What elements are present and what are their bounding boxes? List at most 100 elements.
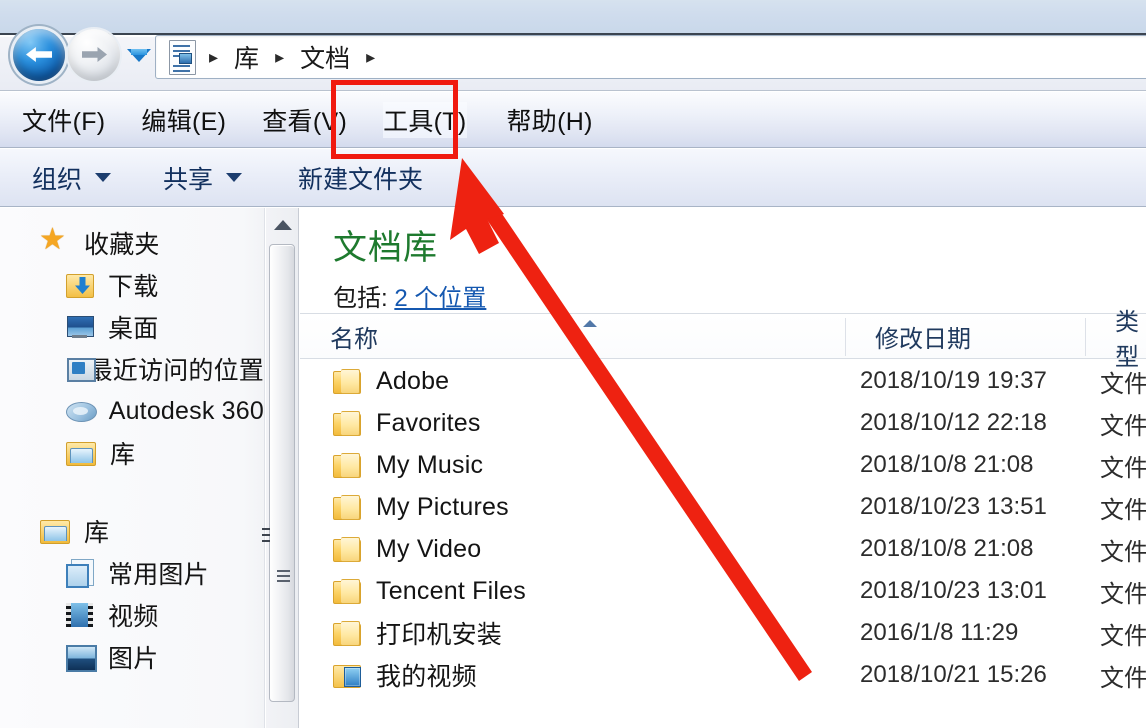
file-date-cell: 2018/10/21 15:26 — [860, 661, 1047, 688]
back-button[interactable] — [13, 29, 65, 81]
table-row[interactable]: 我的视频 2018/10/21 15:26 文件 — [300, 654, 1146, 696]
nav-item-pictures[interactable]: 图片 — [0, 636, 264, 678]
file-name-label: My Pictures — [376, 492, 509, 521]
file-name-cell[interactable]: 我的视频 — [333, 657, 477, 693]
nav-item-pictures-label: 图片 — [108, 645, 159, 673]
nav-item-recent-places-label: 最近访问的位置 — [87, 357, 264, 385]
nav-item-downloads[interactable]: 下载 — [0, 264, 264, 306]
autodesk-cloud-icon — [66, 398, 97, 424]
column-header-date-modified[interactable]: 修改日期 — [845, 314, 1085, 359]
file-type-cell: 文件 — [1100, 664, 1146, 692]
toolbar-share-button[interactable]: 共享 — [163, 160, 243, 196]
nav-item-common-pictures-label: 常用图片 — [108, 561, 209, 589]
file-type-cell: 文件 — [1100, 370, 1146, 398]
nav-item-videos-label: 视频 — [108, 603, 159, 631]
file-date-cell: 2018/10/19 19:37 — [860, 367, 1047, 394]
menu-item-tools[interactable]: 工具(T) — [383, 101, 467, 138]
file-name-cell[interactable]: Adobe — [333, 367, 449, 396]
pane-splitter-handle[interactable] — [262, 528, 270, 558]
forward-button[interactable] — [68, 29, 120, 81]
nav-item-downloads-label: 下载 — [108, 273, 159, 301]
nav-header-libraries[interactable]: 库 — [0, 510, 264, 552]
recent-locations-dropdown-icon[interactable] — [127, 49, 151, 62]
breadcrumb-item-documents[interactable]: 文档 — [296, 39, 354, 75]
nav-item-videos[interactable]: 视频 — [0, 594, 264, 636]
menu-bar: 文件(F) 编辑(E) 查看(V) 工具(T) 帮助(H) — [0, 92, 1146, 148]
menu-item-edit[interactable]: 编辑(E) — [141, 102, 226, 138]
column-header-date-modified-label: 修改日期 — [875, 326, 971, 353]
nav-group-libraries: 库 常用图片 视频 图片 — [0, 510, 264, 678]
table-row[interactable]: My Music 2018/10/8 21:08 文件 — [300, 444, 1146, 486]
navigation-pane-scrollbar[interactable] — [262, 208, 299, 728]
file-type-cell: 文件 — [1100, 454, 1146, 482]
file-name-label: My Video — [376, 534, 482, 563]
film-icon — [66, 602, 94, 628]
folder-icon — [333, 495, 361, 520]
command-toolbar: 组织 共享 新建文件夹 — [0, 149, 1146, 207]
nav-group-favorites: 收藏夹 下载 桌面 最近访问的位置 Autodesk 360 — [0, 222, 264, 474]
column-header-row: 名称 修改日期 类型 — [300, 309, 1146, 371]
sort-ascending-icon — [583, 320, 597, 327]
nav-item-libraries-fav[interactable]: 库 — [0, 432, 264, 474]
nav-header-favorites-label: 收藏夹 — [84, 231, 160, 259]
menu-item-help[interactable]: 帮助(H) — [507, 102, 593, 138]
nav-item-libraries-fav-label: 库 — [110, 441, 136, 469]
breadcrumb-separator-1: ▸ — [275, 47, 285, 67]
library-locations-link[interactable]: 2 个位置 — [394, 285, 486, 312]
table-row[interactable]: Tencent Files 2018/10/23 13:01 文件 — [300, 570, 1146, 612]
nav-header-favorites[interactable]: 收藏夹 — [0, 222, 264, 264]
table-row[interactable]: My Video 2018/10/8 21:08 文件 — [300, 528, 1146, 570]
breadcrumb-separator-2: ▸ — [366, 47, 376, 67]
file-rows: Adobe 2018/10/19 19:37 文件 Favorites 2018… — [300, 360, 1146, 696]
column-header-name[interactable]: 名称 — [300, 314, 845, 359]
folder-icon — [333, 369, 361, 394]
table-row[interactable]: 打印机安装 2016/1/8 11:29 文件 — [300, 612, 1146, 654]
toolbar-organize-button[interactable]: 组织 — [32, 160, 112, 196]
pictures-doc-icon — [66, 559, 94, 588]
file-type-cell: 文件 — [1100, 496, 1146, 524]
table-row[interactable]: Adobe 2018/10/19 19:37 文件 — [300, 360, 1146, 402]
breadcrumb-item-library[interactable]: 库 — [230, 39, 263, 75]
file-name-cell[interactable]: My Pictures — [333, 493, 509, 522]
file-type-cell: 文件 — [1100, 412, 1146, 440]
document-library-icon — [167, 39, 197, 75]
file-name-cell[interactable]: Favorites — [333, 409, 481, 438]
chevron-down-icon — [226, 173, 243, 182]
nav-item-autodesk360-label: Autodesk 360 — [108, 396, 264, 425]
library-folder-icon — [40, 519, 70, 544]
folder-icon — [333, 537, 361, 562]
toolbar-new-folder-label: 新建文件夹 — [298, 165, 424, 194]
menu-item-file[interactable]: 文件(F) — [22, 102, 105, 138]
file-name-cell[interactable]: My Video — [333, 535, 481, 564]
scroll-up-arrow-icon[interactable] — [274, 220, 292, 230]
toolbar-organize-label: 组织 — [32, 165, 83, 194]
file-date-cell: 2018/10/23 13:51 — [860, 493, 1047, 520]
toolbar-new-folder-button[interactable]: 新建文件夹 — [298, 160, 423, 196]
file-name-cell[interactable]: Tencent Files — [333, 577, 526, 606]
scrollbar-thumb[interactable] — [269, 244, 295, 702]
file-name-label: Favorites — [376, 408, 481, 437]
column-header-type[interactable]: 类型 — [1085, 309, 1146, 371]
file-name-cell[interactable]: 打印机安装 — [333, 615, 502, 651]
title-bar — [0, 0, 1146, 35]
file-date-cell: 2018/10/23 13:01 — [860, 577, 1047, 604]
address-bar[interactable]: ▸ 库 ▸ 文档 ▸ — [155, 35, 1146, 79]
file-name-label: My Music — [376, 450, 484, 479]
table-row[interactable]: My Pictures 2018/10/23 13:51 文件 — [300, 486, 1146, 528]
nav-item-common-pictures[interactable]: 常用图片 — [0, 552, 264, 594]
table-row[interactable]: Favorites 2018/10/12 22:18 文件 — [300, 402, 1146, 444]
file-name-label: 打印机安装 — [376, 621, 503, 649]
library-header: 文档库 包括: 2 个位置 — [300, 208, 1146, 312]
file-list-pane: 文档库 包括: 2 个位置 名称 修改日期 类型 Adobe 2018/10/1… — [300, 208, 1146, 728]
menu-item-view[interactable]: 查看(V) — [262, 102, 347, 138]
nav-item-desktop[interactable]: 桌面 — [0, 306, 264, 348]
nav-item-autodesk360[interactable]: Autodesk 360 — [0, 390, 264, 432]
nav-item-recent-places[interactable]: 最近访问的位置 — [0, 348, 264, 390]
nav-item-desktop-label: 桌面 — [108, 315, 159, 343]
file-date-cell: 2018/10/8 21:08 — [860, 535, 1034, 562]
file-date-cell: 2018/10/8 21:08 — [860, 451, 1034, 478]
toolbar-share-label: 共享 — [163, 165, 214, 194]
file-type-cell: 文件 — [1100, 580, 1146, 608]
file-name-cell[interactable]: My Music — [333, 451, 483, 480]
file-date-cell: 2016/1/8 11:29 — [860, 619, 1019, 646]
